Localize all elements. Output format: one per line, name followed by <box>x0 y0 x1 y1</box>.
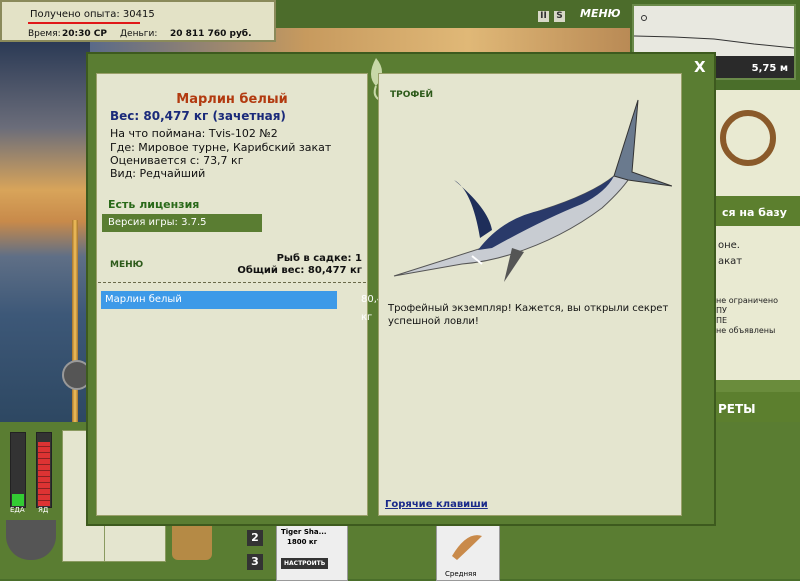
header-band <box>276 0 632 28</box>
food-label: ЕДА <box>10 506 25 514</box>
pause-button[interactable]: II <box>538 11 549 22</box>
depth-value: 5,75 м <box>751 63 788 74</box>
poison-gauge <box>36 432 52 508</box>
bait-slot[interactable]: Средняя <box>436 525 500 581</box>
right-small-2: ПУ <box>716 306 727 315</box>
right-small-1: не ограничено <box>716 296 778 305</box>
poison-label: ЯД <box>38 506 49 514</box>
divider <box>98 282 366 283</box>
license-status: Есть лицензия <box>108 198 200 211</box>
keepnet-count: Рыб в садке: 1 <box>276 253 362 264</box>
time-value: 20:30 СР <box>62 29 107 39</box>
lure-weight: 1800 кг <box>287 538 318 546</box>
right-text-2: акат <box>718 256 743 267</box>
fish-kind: Вид: Редчайший <box>110 167 206 180</box>
marlin-image <box>393 99 672 282</box>
fishing-rod[interactable] <box>72 220 78 430</box>
experience-text: Получено опыта: 30415 <box>30 9 155 20</box>
dialog-menu-button[interactable]: МЕНЮ <box>110 260 143 270</box>
main-menu-button[interactable]: МЕНЮ <box>580 7 621 20</box>
game-version: Версия игры: 3.7.5 <box>102 214 262 232</box>
slot-number-3[interactable]: 3 <box>247 554 263 570</box>
fish-weight: Вес: 80,477 кг (зачетная) <box>110 109 286 123</box>
poison-gauge-fill <box>38 442 50 506</box>
food-gauge-fill <box>12 494 24 506</box>
experience-underline <box>28 22 140 24</box>
catch-item-name: Марлин белый <box>105 294 182 305</box>
right-text-1: оне. <box>718 240 740 251</box>
top-controls: II S <box>538 8 570 22</box>
catch-location: Где: Мировое турне, Карибский закат <box>110 141 332 154</box>
slot-number-2[interactable]: 2 <box>247 530 263 546</box>
tune-button[interactable]: НАСТРОИТЬ <box>281 558 329 569</box>
lure-slot[interactable]: Tiger Sha... 1800 кг НАСТРОИТЬ <box>276 525 348 581</box>
bait-icon <box>452 535 482 560</box>
lure-name: Tiger Sha... <box>281 528 327 536</box>
right-small-3: ПЕ <box>716 316 728 325</box>
right-small-4: не объявлены <box>716 326 776 335</box>
food-gauge <box>10 432 26 508</box>
money-label: Деньги: <box>120 29 158 39</box>
sound-button[interactable]: S <box>554 11 565 22</box>
ship-wheel-icon[interactable] <box>720 110 776 166</box>
trophy-description: Трофейный экземпляр! Кажется, вы открыли… <box>388 303 669 327</box>
catch-valuation: Оценивается с: 73,7 кг <box>110 154 244 167</box>
time-label: Время: <box>28 29 61 39</box>
close-button[interactable]: X <box>694 58 706 76</box>
bait-label: Средняя <box>445 570 477 578</box>
catch-list-item[interactable]: Марлин белый 80,477 кг <box>101 291 396 323</box>
fish-name: Марлин белый <box>176 92 288 107</box>
money-value: 20 811 760 руб. <box>170 29 252 39</box>
keepnet-summary: Рыб в садке: 1 Общий вес: 80,477 кг <box>237 253 362 277</box>
secrets-button[interactable]: РЕТЫ <box>712 392 800 426</box>
keepnet-total-weight: Общий вес: 80,477 кг <box>237 265 362 276</box>
bucket-icon[interactable] <box>172 520 212 560</box>
caught-with: На что поймана: Tvis-102 №2 <box>110 127 278 140</box>
hotkeys-link[interactable]: Горячие клавиши <box>385 499 488 510</box>
go-to-base-button[interactable]: ся на базу <box>712 196 800 226</box>
